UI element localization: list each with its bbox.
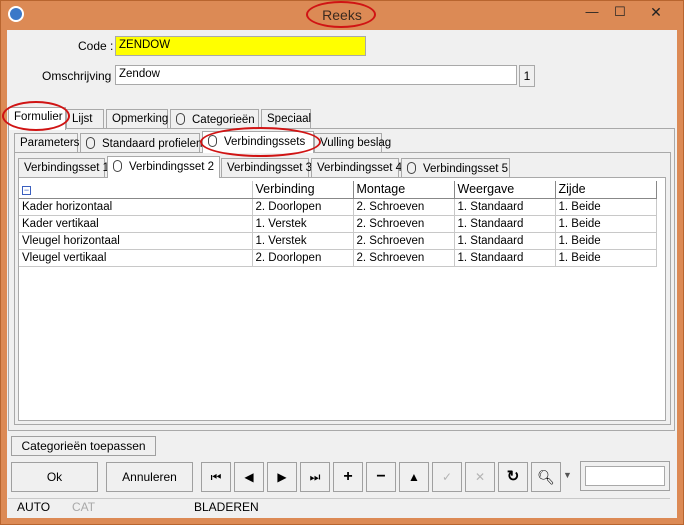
tab-verbindingsset-4[interactable]: Verbindingsset 4 (311, 158, 402, 178)
row-name: Vleugel vertikaal (19, 249, 253, 267)
tab-verbindingsset-2-label: Verbindingsset 2 (129, 161, 215, 173)
next-record-icon[interactable]: ▶ (267, 462, 297, 492)
cell-montage[interactable]: 2. Schroeven (353, 215, 455, 233)
row-name: Kader horizontaal (19, 198, 253, 216)
tab-verbindingsset-5-label: Verbindingsset 5 (423, 163, 509, 175)
tab-parameters[interactable]: Parameters (14, 133, 79, 153)
collapse-icon[interactable]: − (22, 186, 31, 196)
binoculars-icon[interactable]: 🔍︎ (531, 462, 561, 492)
status-mode: BLADEREN (194, 500, 259, 514)
tab-opmerking[interactable]: Opmerking (106, 109, 168, 129)
table-row[interactable]: Kader vertikaal 1. Verstek 2. Schroeven … (19, 215, 657, 233)
cell-zijde[interactable]: 1. Beide (555, 249, 657, 267)
code-field[interactable]: ZENDOW (115, 36, 366, 56)
search-dropdown-icon[interactable]: ▼ (563, 470, 572, 480)
title-bar: Reeks — ☐ ✕ (0, 0, 684, 30)
grid-container: − Verbinding Montage Weergave Zijde Kade… (18, 177, 666, 421)
status-bar (8, 498, 670, 516)
col-header-zijde[interactable]: Zijde (555, 181, 657, 199)
last-record-icon[interactable]: ⏭ (300, 462, 330, 492)
formulier-annotation-ring (2, 101, 70, 131)
paperclip-icon (113, 160, 122, 172)
row-name: Kader vertikaal (19, 215, 253, 233)
delete-record-icon[interactable]: − (366, 462, 396, 492)
cell-verbinding[interactable]: 2. Doorlopen (252, 198, 354, 216)
omschrijving-field[interactable]: Zendow (115, 65, 517, 85)
cell-montage[interactable]: 2. Schroeven (353, 249, 455, 267)
table-row[interactable]: Vleugel vertikaal 2. Doorlopen 2. Schroe… (19, 249, 657, 267)
first-record-icon[interactable]: ⏮ (201, 462, 231, 492)
paperclip-icon (86, 137, 95, 149)
ok-button[interactable]: Ok (11, 462, 98, 492)
tab-standaard-profielen[interactable]: Standaard profielen (80, 133, 203, 153)
title-annotation-ring (306, 1, 376, 28)
paperclip-icon (176, 113, 185, 125)
tab-verbindingsset-1[interactable]: Verbindingsset 1 (18, 158, 109, 178)
cell-verbinding[interactable]: 1. Verstek (252, 215, 354, 233)
code-label: Code : (78, 39, 114, 53)
collapse-header: − (19, 181, 253, 199)
cell-weergave[interactable]: 1. Standaard (454, 198, 556, 216)
cell-verbinding[interactable]: 2. Doorlopen (252, 249, 354, 267)
col-header-weergave[interactable]: Weergave (454, 181, 556, 199)
grid-header-row: − Verbinding Montage Weergave Zijde (19, 181, 657, 199)
cell-montage[interactable]: 2. Schroeven (353, 232, 455, 250)
table-row[interactable]: Vleugel horizontaal 1. Verstek 2. Schroe… (19, 232, 657, 250)
add-record-icon[interactable]: + (333, 462, 363, 492)
cell-zijde[interactable]: 1. Beide (555, 215, 657, 233)
tab-lijst[interactable]: Lijst (66, 109, 104, 129)
cell-weergave[interactable]: 1. Standaard (454, 215, 556, 233)
refresh-icon[interactable]: ↻ (498, 462, 528, 492)
edit-record-icon[interactable]: ▲ (399, 462, 429, 492)
close-icon[interactable]: ✕ (642, 2, 670, 22)
col-header-montage[interactable]: Montage (353, 181, 455, 199)
cell-verbinding[interactable]: 1. Verstek (252, 232, 354, 250)
minimize-icon[interactable]: — (578, 2, 606, 22)
col-header-verbinding[interactable]: Verbinding (252, 181, 354, 199)
status-auto: AUTO (17, 500, 51, 514)
verbindingssets-annotation-ring (200, 127, 321, 157)
tab-categorieen[interactable]: Categorieën (170, 109, 259, 129)
omschrijving-label: Omschrijving : (42, 69, 119, 83)
tab-categorieen-label: Categorieën (192, 114, 255, 126)
categories-apply-button[interactable]: Categorieën toepassen (11, 436, 156, 456)
search-box-frame (580, 461, 670, 491)
language-badge[interactable]: 1 (519, 65, 535, 87)
tab-speciaal[interactable]: Speciaal (261, 109, 311, 129)
cell-montage[interactable]: 2. Schroeven (353, 198, 455, 216)
tab-verbindingsset-2[interactable]: Verbindingsset 2 (107, 156, 220, 178)
cancel-button[interactable]: Annuleren (106, 462, 193, 492)
previous-record-icon[interactable]: ◀ (234, 462, 264, 492)
search-input[interactable] (585, 466, 665, 486)
tab-verbindingsset-3[interactable]: Verbindingsset 3 (221, 158, 312, 178)
row-name: Vleugel horizontaal (19, 232, 253, 250)
tab-standaard-profielen-label: Standaard profielen (102, 138, 203, 150)
cell-weergave[interactable]: 1. Standaard (454, 232, 556, 250)
table-row[interactable]: Kader horizontaal 2. Doorlopen 2. Schroe… (19, 198, 657, 216)
cancel-edit-icon[interactable]: ✕ (465, 462, 495, 492)
cell-weergave[interactable]: 1. Standaard (454, 249, 556, 267)
status-cat: CAT (72, 500, 96, 514)
maximize-icon[interactable]: ☐ (606, 2, 634, 22)
cell-zijde[interactable]: 1. Beide (555, 198, 657, 216)
paperclip-icon (407, 162, 416, 174)
cell-zijde[interactable]: 1. Beide (555, 232, 657, 250)
verbindingen-grid: − Verbinding Montage Weergave Zijde Kade… (19, 181, 657, 267)
tab-verbindingsset-5[interactable]: Verbindingsset 5 (401, 158, 510, 178)
post-icon[interactable]: ✓ (432, 462, 462, 492)
tab-vulling-beslag[interactable]: Vulling beslag (314, 133, 391, 153)
